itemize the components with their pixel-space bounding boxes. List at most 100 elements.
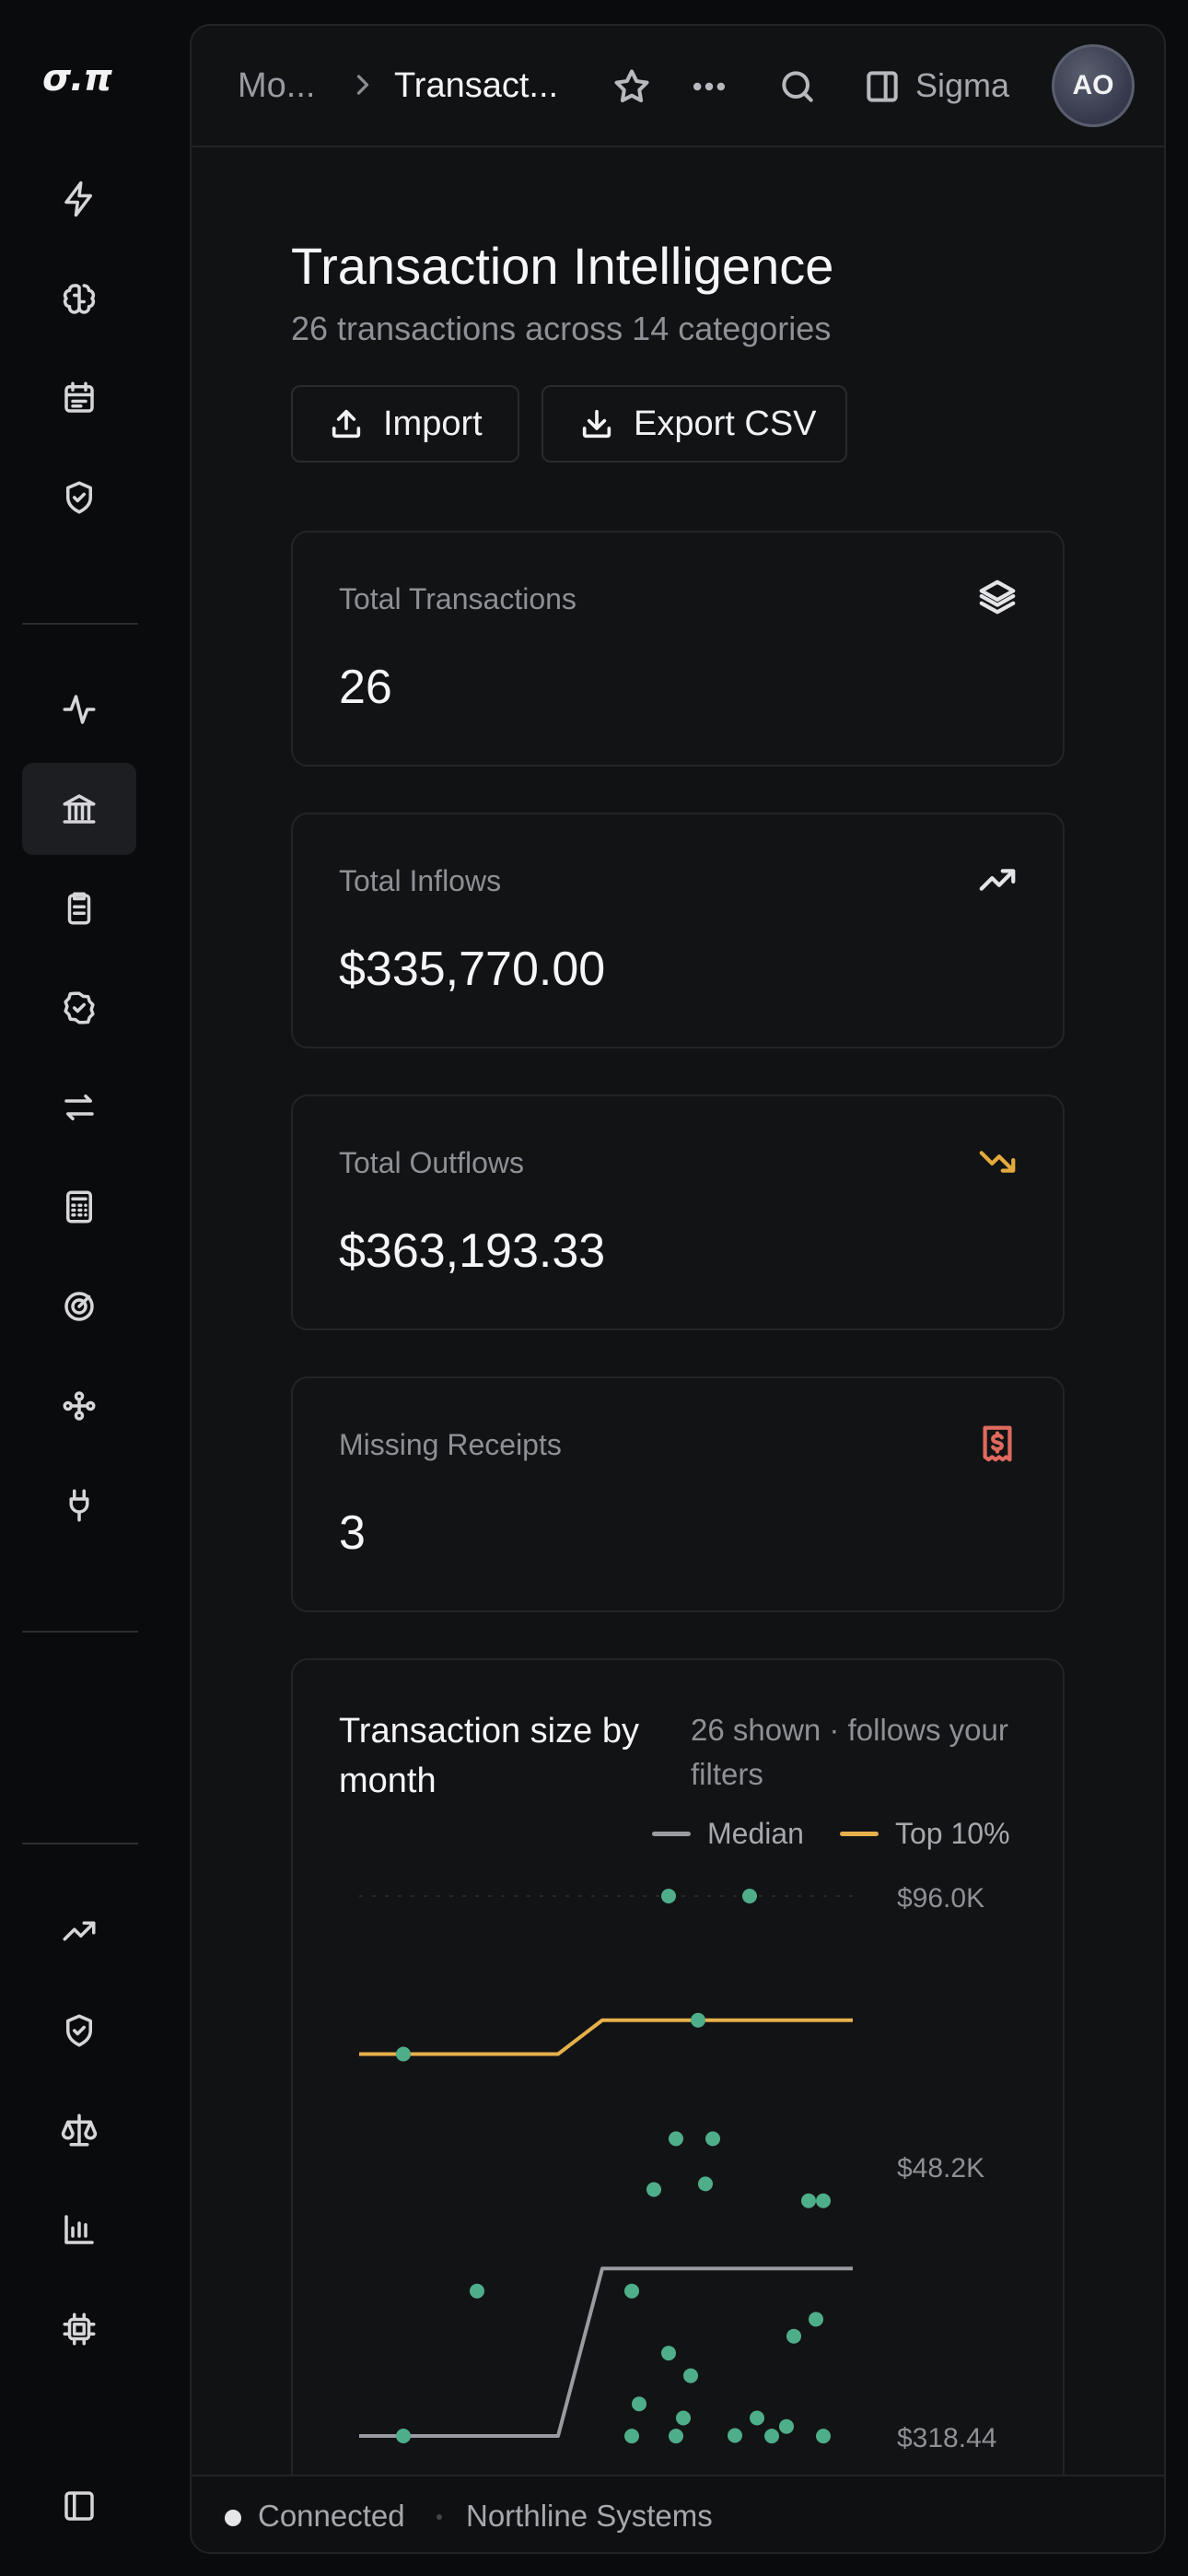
- calendar-icon: [64, 381, 94, 413]
- avatar[interactable]: AO: [1052, 44, 1135, 127]
- activity-icon: [63, 695, 96, 724]
- arrows-exchange-icon: [64, 1095, 94, 1120]
- y-tick-label: $48.2K: [897, 2153, 984, 2184]
- stat-label: Total Inflows: [339, 864, 502, 897]
- bank-icon: [63, 794, 96, 824]
- clipboard-icon: [67, 892, 91, 925]
- import-button[interactable]: Import: [291, 385, 519, 463]
- sidebar-item-verified[interactable]: [22, 962, 136, 1054]
- sidebar-item-trends[interactable]: [22, 1885, 136, 1977]
- data-point: [632, 2396, 646, 2412]
- sidebar-item-reports[interactable]: [22, 2184, 136, 2276]
- sidebar-item-transfers[interactable]: [22, 1061, 136, 1153]
- plug-icon: [69, 1489, 89, 1522]
- workspace-label[interactable]: Sigma: [915, 66, 1009, 105]
- data-point: [764, 2429, 779, 2444]
- sidebar-item-calculator[interactable]: [22, 1161, 136, 1253]
- layers-icon: [976, 577, 1019, 619]
- sidebar-item-workflow[interactable]: [22, 1360, 136, 1452]
- stat-label: Total Outflows: [339, 1146, 524, 1179]
- stat-value: 26: [339, 661, 392, 714]
- data-point: [816, 2193, 831, 2208]
- stat-card-total-outflows: Total Outflows $363,193.33: [291, 1095, 1065, 1330]
- sidebar-item-compute[interactable]: [22, 2283, 136, 2375]
- search-icon[interactable]: [777, 66, 818, 107]
- sidebar-item-integrations[interactable]: [22, 1459, 136, 1551]
- sidebar-item-clipboard[interactable]: [22, 862, 136, 954]
- stat-value: $363,193.33: [339, 1224, 606, 1278]
- topbar: Mo... Transact... Sigma AO: [192, 26, 1164, 147]
- receipt-icon: [976, 1423, 1019, 1465]
- radar-icon: [64, 1292, 94, 1321]
- data-point: [742, 1889, 757, 1903]
- data-point: [646, 2182, 661, 2197]
- stat-value: 3: [339, 1506, 366, 1560]
- bolt-icon: [64, 181, 92, 217]
- workflow-icon: [63, 1391, 96, 1421]
- data-point: [779, 2418, 794, 2434]
- stat-card-total-transactions: Total Transactions 26: [291, 531, 1065, 767]
- sidebar-item-compliance[interactable]: [22, 1985, 136, 2077]
- shield-check-icon: [66, 2014, 92, 2047]
- sidebar-item-activity[interactable]: [22, 663, 136, 755]
- data-point: [705, 2131, 720, 2147]
- trending-down-icon: [976, 1141, 1019, 1183]
- data-point: [750, 2410, 764, 2426]
- data-point: [786, 2328, 801, 2344]
- data-point: [676, 2410, 691, 2426]
- top-10-line: [359, 2018, 853, 2056]
- download-icon: [582, 409, 611, 439]
- badge-check-icon: [64, 991, 95, 1025]
- chart-card: Transaction size by month 26 shown · fol…: [291, 1658, 1065, 2488]
- star-icon[interactable]: [611, 66, 652, 107]
- median-line: [359, 2266, 853, 2438]
- upload-icon: [332, 409, 361, 439]
- export-csv-button[interactable]: Export CSV: [542, 385, 847, 463]
- data-point: [801, 2193, 816, 2208]
- breadcrumb-parent[interactable]: Mo...: [238, 66, 315, 106]
- main-panel: Mo... Transact... Sigma AO Transaction I…: [190, 24, 1166, 2554]
- data-point: [661, 1889, 676, 1903]
- data-point: [816, 2429, 831, 2444]
- data-point: [691, 2012, 705, 2028]
- stat-card-total-inflows: Total Inflows $335,770.00: [291, 813, 1065, 1048]
- sidebar-item-security[interactable]: [22, 451, 136, 544]
- scale-icon: [61, 2113, 98, 2147]
- cpu-icon: [63, 2313, 96, 2346]
- page-title: Transaction Intelligence: [291, 237, 834, 295]
- status-bar: Connected Northline Systems: [192, 2475, 1164, 2552]
- stat-label: Total Transactions: [339, 582, 577, 615]
- sidebar: σ.π: [0, 0, 190, 2576]
- stat-label: Missing Receipts: [339, 1428, 562, 1461]
- sidebar-divider: [22, 1631, 138, 1633]
- sidebar-toggle[interactable]: [22, 2460, 136, 2552]
- sidebar-item-radar[interactable]: [22, 1260, 136, 1352]
- stat-card-missing-receipts: Missing Receipts 3: [291, 1376, 1065, 1612]
- data-point: [624, 2429, 639, 2444]
- more-icon[interactable]: [689, 66, 729, 107]
- trending-up-icon: [976, 859, 1019, 901]
- sidebar-item-brain[interactable]: [22, 252, 136, 345]
- import-button-label: Import: [383, 404, 483, 443]
- data-point: [683, 2368, 698, 2383]
- sidebar-divider: [22, 623, 138, 625]
- organization-name[interactable]: Northline Systems: [466, 2499, 713, 2534]
- calculator-icon: [66, 1190, 92, 1224]
- sidebar-item-calendar[interactable]: [22, 352, 136, 444]
- panel-right-icon[interactable]: [862, 66, 903, 107]
- bar-chart-icon: [64, 2215, 94, 2244]
- status-separator: [437, 2514, 442, 2520]
- scatter-chart: $96.0K$48.2K$318.44JulAug: [359, 1883, 996, 2486]
- data-point: [396, 2046, 411, 2062]
- sidebar-item-bank[interactable]: [22, 763, 136, 855]
- y-tick-label: $318.44: [897, 2423, 996, 2453]
- sidebar-item-legal[interactable]: [22, 2084, 136, 2176]
- sidebar-divider: [22, 1843, 138, 1844]
- connection-status: Connected: [258, 2499, 405, 2533]
- sidebar-item-bolt[interactable]: [22, 153, 136, 245]
- page-subtitle: 26 transactions across 14 categories: [291, 310, 832, 347]
- shield-check-icon: [66, 481, 92, 514]
- y-tick-label: $96.0K: [897, 1883, 984, 1914]
- data-point: [669, 2131, 683, 2147]
- export-button-label: Export CSV: [634, 404, 817, 443]
